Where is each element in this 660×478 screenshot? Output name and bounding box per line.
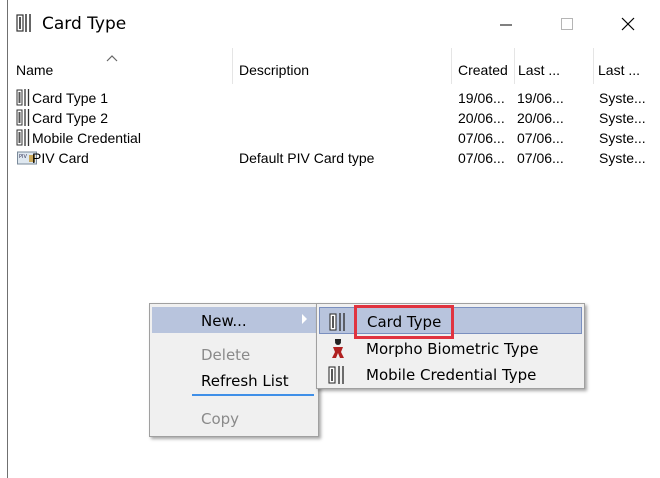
row-name: Card Type 2 bbox=[32, 110, 109, 126]
biometric-person-icon bbox=[332, 339, 344, 358]
column-header-description[interactable]: Description bbox=[239, 62, 309, 80]
context-menu: New... Delete Refresh List Copy bbox=[149, 303, 319, 437]
column-divider[interactable] bbox=[593, 48, 594, 84]
list-item[interactable]: Card Type 1 19/06... 19/06... Syste... bbox=[8, 88, 660, 108]
menu-item-new[interactable]: New... bbox=[152, 307, 316, 333]
column-header-last-modified[interactable]: Last ... bbox=[518, 62, 560, 80]
highlight-callout bbox=[354, 305, 454, 339]
row-last-modified: 20/06... bbox=[517, 110, 564, 126]
row-last-modified: 19/06... bbox=[517, 90, 564, 106]
row-last-modified: 07/06... bbox=[517, 130, 564, 146]
submenu-arrow-icon bbox=[302, 314, 307, 324]
card-type-window: Card Type Name Description Created Last … bbox=[0, 0, 660, 478]
row-last-by: Syste... bbox=[599, 90, 646, 106]
column-divider[interactable] bbox=[514, 48, 515, 84]
list-header: Name Description Created Last ... Last .… bbox=[8, 50, 660, 86]
minimize-icon bbox=[500, 24, 512, 26]
submenu-item-morpho-biometric-type[interactable]: Morpho Biometric Type bbox=[319, 335, 582, 362]
maximize-icon bbox=[561, 18, 573, 30]
list-item[interactable]: PIV PIV Card Default PIV Card type 07/06… bbox=[8, 148, 660, 168]
menu-item-copy[interactable]: Copy bbox=[152, 405, 316, 431]
svg-text:PIV: PIV bbox=[19, 154, 27, 160]
column-divider[interactable] bbox=[232, 48, 233, 84]
sort-ascending-icon bbox=[106, 55, 118, 62]
menu-item-new-label: New... bbox=[201, 312, 247, 330]
menu-item-delete-label: Delete bbox=[201, 346, 251, 364]
row-created: 19/06... bbox=[458, 90, 505, 106]
minimize-button[interactable] bbox=[484, 0, 530, 48]
menu-item-delete[interactable]: Delete bbox=[152, 341, 316, 367]
submenu-item-morpho-label: Morpho Biometric Type bbox=[366, 340, 539, 358]
maximize-button[interactable] bbox=[545, 0, 591, 48]
card-icon bbox=[329, 313, 345, 331]
row-name: Card Type 1 bbox=[32, 90, 109, 106]
row-last-by: Syste... bbox=[599, 130, 646, 146]
column-divider[interactable] bbox=[451, 48, 452, 84]
row-name: PIV Card bbox=[32, 150, 89, 166]
list-item[interactable]: Mobile Credential 07/06... 07/06... Syst… bbox=[8, 128, 660, 148]
row-created: 07/06... bbox=[458, 150, 505, 166]
column-header-last-by[interactable]: Last ... bbox=[598, 62, 640, 80]
column-header-name[interactable]: Name bbox=[16, 62, 53, 80]
row-last-modified: 07/06... bbox=[517, 150, 564, 166]
menu-item-refresh-label: Refresh List bbox=[201, 372, 289, 390]
row-created: 20/06... bbox=[458, 110, 505, 126]
menu-item-copy-label: Copy bbox=[201, 410, 240, 428]
title-bar[interactable]: Card Type bbox=[8, 0, 660, 48]
column-header-created[interactable]: Created bbox=[458, 62, 508, 80]
row-last-by: Syste... bbox=[599, 150, 646, 166]
row-name: Mobile Credential bbox=[32, 130, 141, 146]
menu-separator bbox=[192, 394, 314, 396]
submenu-item-mobile-credential-type[interactable]: Mobile Credential Type bbox=[319, 361, 582, 388]
submenu-item-mobile-label: Mobile Credential Type bbox=[366, 366, 537, 384]
close-button[interactable] bbox=[606, 0, 652, 48]
card-icon bbox=[328, 366, 344, 384]
card-icon bbox=[16, 14, 31, 32]
row-description: Default PIV Card type bbox=[239, 150, 375, 166]
card-type-list: Card Type 1 19/06... 19/06... Syste... C… bbox=[8, 88, 660, 168]
menu-item-refresh-list[interactable]: Refresh List bbox=[152, 367, 316, 393]
close-icon bbox=[621, 17, 635, 31]
row-last-by: Syste... bbox=[599, 110, 646, 126]
window-title: Card Type bbox=[42, 14, 127, 34]
row-created: 07/06... bbox=[458, 130, 505, 146]
list-item[interactable]: Card Type 2 20/06... 20/06... Syste... bbox=[8, 108, 660, 128]
